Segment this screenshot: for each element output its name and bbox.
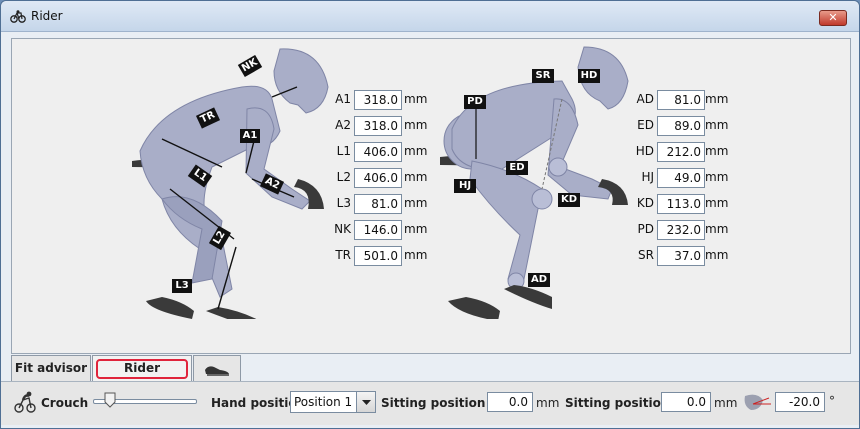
measurement-unit: mm: [705, 196, 729, 210]
head-angle-icon: [744, 394, 771, 410]
tag-hd: HD: [578, 69, 600, 83]
window-title: Rider: [31, 9, 63, 23]
crouch-slider-thumb[interactable]: [104, 392, 116, 408]
measurement-label: ED: [637, 118, 654, 132]
measurement-input-ad[interactable]: 81.0: [657, 90, 705, 110]
head-angle-input[interactable]: -20.0: [775, 392, 825, 412]
shoe-icon: [205, 366, 229, 376]
measurement-row-hj: HJ 49.0 mm: [12, 168, 850, 188]
measurement-unit: mm: [705, 118, 729, 132]
measurement-unit: mm: [705, 144, 729, 158]
measurement-input-kd[interactable]: 113.0: [657, 194, 705, 214]
chevron-down-icon[interactable]: [356, 392, 375, 412]
tab-fit-advisor-label: Fit advisor: [14, 361, 88, 375]
measurement-row-ed: ED 89.0 mm: [12, 116, 850, 136]
rider-window: Rider ✕ NK TR A1 A2 L1 L2 L3 A1 318.0 mm…: [0, 0, 860, 429]
sitting-horizontal-input[interactable]: 0.0: [487, 392, 533, 412]
measurement-unit: mm: [705, 248, 729, 262]
measurement-unit: mm: [705, 222, 729, 236]
measurement-label: AD: [636, 92, 654, 106]
tab-shoe[interactable]: [193, 355, 241, 381]
measurement-unit: mm: [705, 92, 729, 106]
tag-ad: AD: [528, 273, 550, 287]
angle-unit: °: [829, 394, 835, 408]
sitting-vertical-unit: mm: [714, 396, 738, 410]
crouch-label: Crouch: [41, 396, 89, 410]
measurement-label: HD: [635, 144, 654, 158]
close-icon: ✕: [828, 11, 838, 24]
measurement-input-sr[interactable]: 37.0: [657, 246, 705, 266]
measurement-label: PD: [637, 222, 654, 236]
tab-fit-advisor[interactable]: Fit advisor: [11, 355, 91, 381]
measurement-input-hd[interactable]: 212.0: [657, 142, 705, 162]
measurement-input-pd[interactable]: 232.0: [657, 220, 705, 240]
anatomy-canvas: NK TR A1 A2 L1 L2 L3 A1 318.0 mm A2 318.0 mm L…: [12, 39, 850, 353]
measurement-row-sr: SR 37.0 mm: [12, 246, 850, 266]
measurement-label: KD: [636, 196, 654, 210]
crouch-icon: [14, 391, 36, 413]
hand-position-value: Position 1: [294, 395, 353, 409]
tab-rider-anatomy[interactable]: Rider anatomy: [92, 355, 192, 399]
sitting-vertical-input[interactable]: 0.0: [661, 392, 711, 412]
tag-sr: SR: [532, 69, 554, 83]
anatomy-panel: NK TR A1 A2 L1 L2 L3 A1 318.0 mm A2 318.0 mm L…: [11, 38, 851, 354]
sitting-horizontal-label: Sitting position ↔: [381, 396, 500, 410]
measurement-row-ad: AD 81.0 mm: [12, 90, 850, 110]
measurement-row-kd: KD 113.0 mm: [12, 194, 850, 214]
close-button[interactable]: ✕: [819, 10, 847, 26]
measurement-unit: mm: [705, 170, 729, 184]
bike-icon: [10, 10, 26, 23]
sitting-horizontal-unit: mm: [536, 396, 560, 410]
hand-position-select[interactable]: Position 1: [290, 391, 376, 413]
title-bar[interactable]: Rider ✕: [1, 1, 859, 32]
measurement-label: HJ: [641, 170, 654, 184]
measurement-row-pd: PD 232.0 mm: [12, 220, 850, 240]
measurement-input-hj[interactable]: 49.0: [657, 168, 705, 188]
measurement-row-hd: HD 212.0 mm: [12, 142, 850, 162]
bottom-toolbar: Crouch Hand position Position 1 Sitting …: [1, 381, 859, 425]
tag-l3: L3: [172, 279, 192, 293]
measurement-input-ed[interactable]: 89.0: [657, 116, 705, 136]
measurement-label: SR: [638, 248, 654, 262]
